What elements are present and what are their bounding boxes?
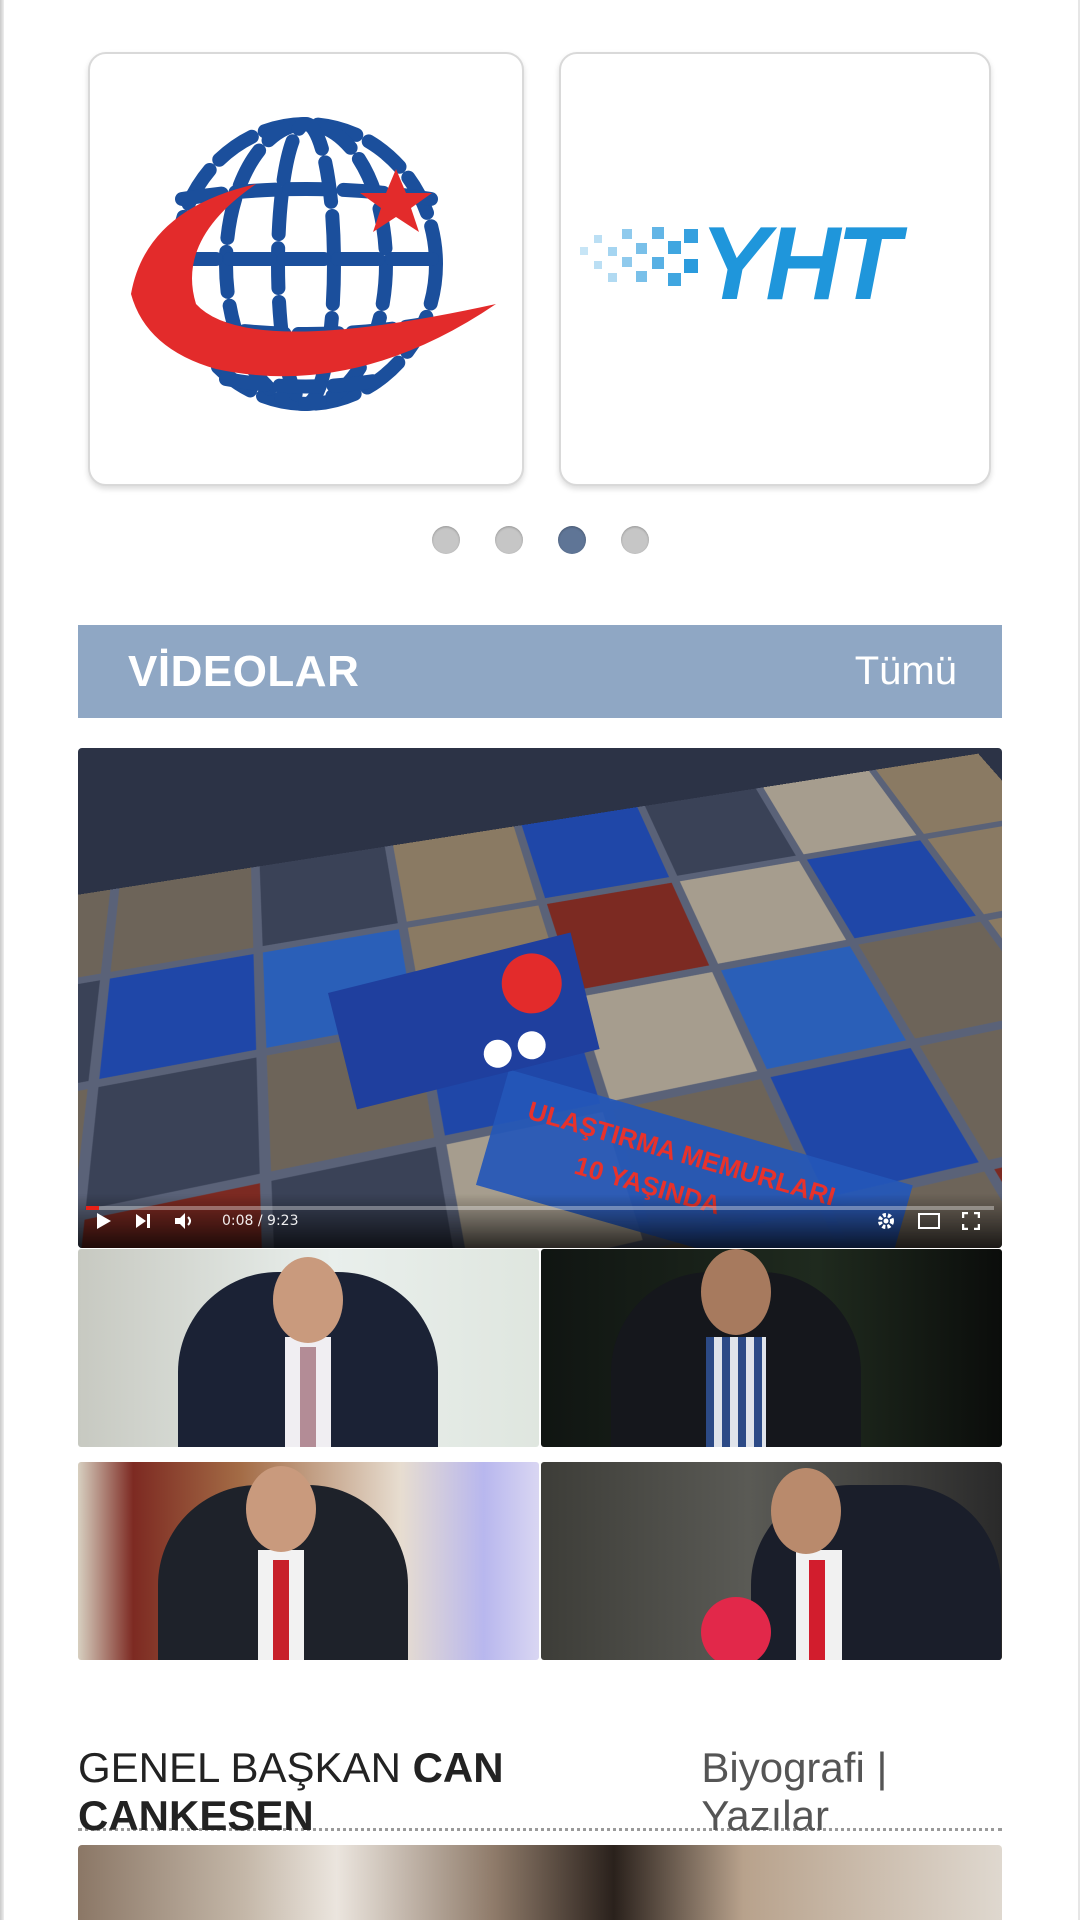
carousel-dot[interactable] — [431, 526, 460, 554]
partner-carousel[interactable]: YHT — [0, 0, 1080, 580]
biography-link[interactable]: Biyografi — [701, 1744, 864, 1791]
main-video-player[interactable]: ULAŞTIRMA MEMURLARI 10 YAŞINDA 0:08 / 9:… — [78, 748, 1002, 1248]
president-section-header: GENEL BAŞKAN CAN CANKESEN Biyografi | Ya… — [78, 1744, 1002, 1839]
settings-gear-icon[interactable] — [876, 1211, 896, 1231]
partner-card-yht[interactable]: YHT — [559, 52, 991, 486]
next-icon[interactable] — [134, 1212, 152, 1230]
president-photo[interactable] — [78, 1845, 1002, 1920]
video-time: 0:08 / 9:23 — [222, 1213, 299, 1229]
articles-link[interactable]: Yazılar — [701, 1792, 829, 1839]
video-progress-fill — [86, 1206, 99, 1210]
volume-icon[interactable] — [174, 1212, 196, 1230]
video-thumbnail-2[interactable] — [541, 1249, 1002, 1447]
video-banner-overlay: ULAŞTIRMA MEMURLARI 10 YAŞINDA — [328, 932, 913, 1248]
carousel-pagination — [0, 526, 1080, 554]
theater-mode-icon[interactable] — [918, 1213, 940, 1229]
videos-all-link[interactable]: Tümü — [855, 649, 957, 694]
carousel-dot-active[interactable] — [557, 526, 586, 554]
link-separator: | — [876, 1743, 888, 1791]
partner-card-ministry[interactable] — [88, 52, 524, 486]
yht-logo-icon: YHT — [580, 206, 911, 322]
video-thumbnail-4[interactable] — [541, 1462, 1002, 1660]
video-thumbnail-1[interactable] — [78, 1249, 539, 1447]
videos-section-title: VİDEOLAR — [128, 646, 360, 696]
play-icon[interactable] — [94, 1212, 112, 1230]
president-title-prefix: GENEL BAŞKAN — [78, 1743, 413, 1791]
president-links: Biyografi | Yazılar — [701, 1744, 1002, 1840]
svg-text:YHT: YHT — [700, 206, 907, 322]
video-progress-bar[interactable] — [86, 1206, 994, 1210]
microphone-icon — [701, 1597, 771, 1660]
carousel-dot[interactable] — [494, 526, 523, 554]
video-controls-bar: 0:08 / 9:23 — [78, 1194, 1002, 1248]
president-title: GENEL BAŞKAN CAN CANKESEN — [78, 1744, 701, 1840]
video-thumbnail-3[interactable] — [78, 1462, 539, 1660]
fullscreen-icon[interactable] — [962, 1212, 980, 1230]
ministry-globe-logo-icon — [131, 117, 496, 411]
carousel-dot[interactable] — [620, 526, 649, 554]
videos-section-header: VİDEOLAR Tümü — [78, 625, 1002, 718]
